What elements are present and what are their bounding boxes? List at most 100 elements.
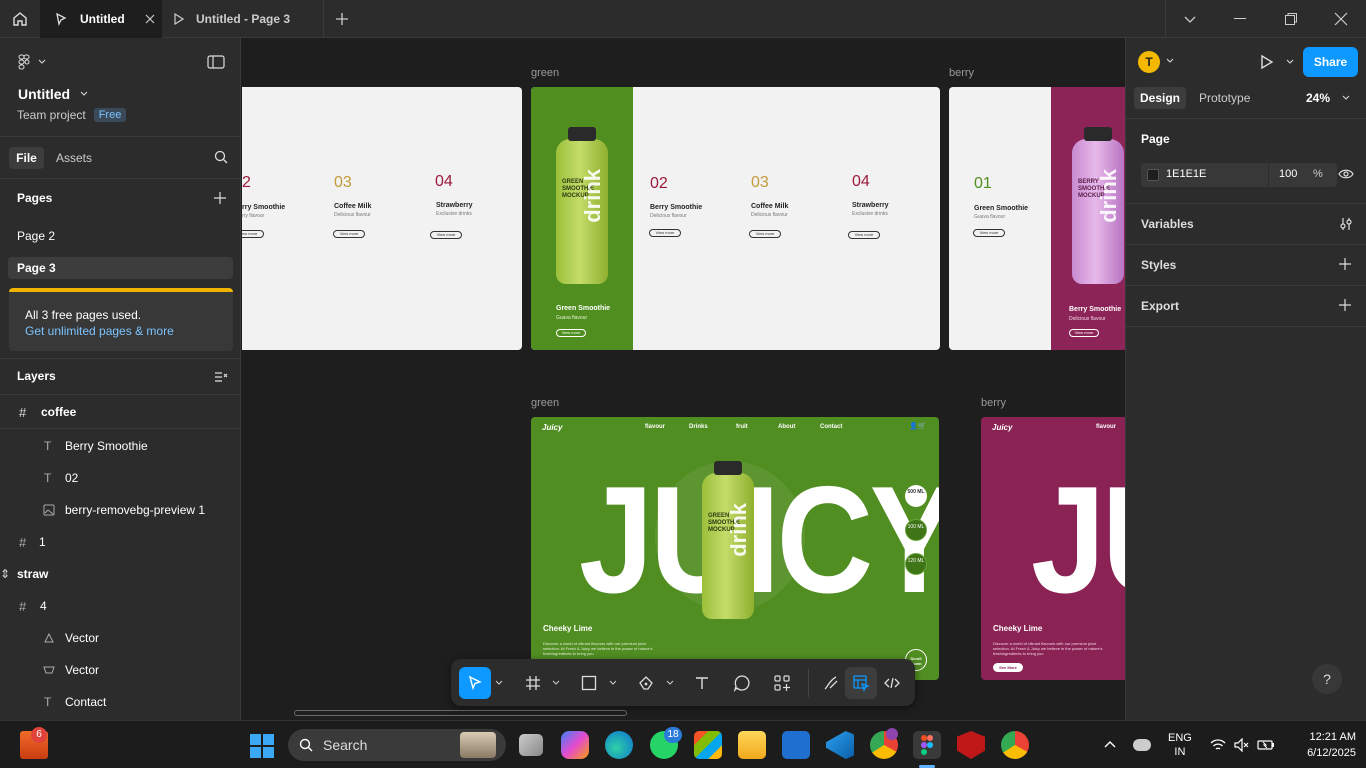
layer-4[interactable]: # 4 xyxy=(0,590,240,622)
microsoft-store-icon[interactable] xyxy=(694,731,722,759)
edge-browser-icon[interactable] xyxy=(605,731,633,759)
frame-tool-button[interactable] xyxy=(517,667,549,699)
design-mode-button[interactable] xyxy=(845,667,877,699)
frame-green[interactable]: GREEN SMOOTHIE MOCKUP drink Green Smooth… xyxy=(531,87,940,350)
search-icon[interactable] xyxy=(214,150,228,169)
chrome-profile-2-icon[interactable] xyxy=(1001,731,1029,759)
clock[interactable]: 12:21 AM 6/12/2025 xyxy=(1284,729,1356,761)
view-more-button[interactable]: View more xyxy=(430,231,462,239)
tab-assets[interactable]: Assets xyxy=(56,151,92,165)
actions-tool-button[interactable] xyxy=(766,667,798,699)
view-more-button[interactable]: View more xyxy=(1069,329,1099,337)
variables-label[interactable]: Variables xyxy=(1141,217,1194,231)
chevron-down-icon[interactable] xyxy=(495,679,503,687)
add-export-plus-icon[interactable] xyxy=(1339,299,1351,311)
file-name[interactable]: Untitled xyxy=(18,86,88,102)
minimize-icon[interactable] xyxy=(1234,18,1246,19)
frame-label-berry[interactable]: berry xyxy=(981,397,1006,409)
new-tab-plus-icon[interactable] xyxy=(334,11,350,27)
avatar[interactable]: T xyxy=(1138,51,1160,73)
chevron-down-icon[interactable] xyxy=(1286,59,1294,65)
view-more-button[interactable]: View more xyxy=(973,229,1005,237)
volume-mute-icon[interactable] xyxy=(1234,738,1250,752)
shape-tool-button[interactable] xyxy=(573,667,605,699)
frame-label-berry[interactable]: berry xyxy=(949,67,974,79)
layer-straw[interactable]: ⇕ straw xyxy=(0,558,240,590)
tab-design[interactable]: Design xyxy=(1134,87,1186,109)
view-more-button[interactable]: View more xyxy=(242,230,264,238)
export-label[interactable]: Export xyxy=(1141,299,1179,313)
view-more-button[interactable]: View more xyxy=(649,229,681,237)
chevron-down-icon[interactable] xyxy=(666,679,674,687)
see-more-button[interactable]: See More xyxy=(993,663,1023,672)
upgrade-link[interactable]: Get unlimited pages & more xyxy=(25,324,174,338)
present-play-icon[interactable] xyxy=(1260,54,1274,70)
pen-tool-button[interactable] xyxy=(630,667,662,699)
zoom-dropdown[interactable]: 24% xyxy=(1306,91,1350,105)
start-button[interactable] xyxy=(250,734,274,758)
comment-tool-button[interactable] xyxy=(726,667,758,699)
language-indicator[interactable]: ENG IN xyxy=(1168,731,1192,759)
home-icon[interactable] xyxy=(0,0,40,38)
draw-mode-button[interactable] xyxy=(815,667,847,699)
layer-vector[interactable]: Vector xyxy=(0,654,240,686)
figma-icon[interactable] xyxy=(913,731,941,759)
tab-untitled-page-3[interactable]: Untitled - Page 3 xyxy=(162,0,324,38)
chevron-down-icon[interactable] xyxy=(552,679,560,687)
view-more-button[interactable]: View more xyxy=(749,230,781,238)
reader-app-icon[interactable] xyxy=(782,731,810,759)
text-tool-button[interactable] xyxy=(686,667,718,699)
view-more-button[interactable]: View more xyxy=(556,329,586,337)
page-item-page-3[interactable]: Page 3 xyxy=(8,257,233,279)
chevron-down-icon[interactable] xyxy=(609,679,617,687)
toggle-sidebar-icon[interactable] xyxy=(207,55,225,74)
battery-icon[interactable] xyxy=(1257,738,1275,752)
close-window-icon[interactable] xyxy=(1334,12,1348,31)
close-icon[interactable] xyxy=(145,14,155,24)
chevron-down-icon[interactable] xyxy=(1182,12,1198,31)
frame-label-green[interactable]: green xyxy=(531,397,559,409)
frame-label-green[interactable]: green xyxy=(531,67,559,79)
move-tool-button[interactable] xyxy=(459,667,491,699)
horizontal-scrollbar[interactable] xyxy=(294,710,627,716)
layer-02[interactable]: T 02 xyxy=(0,462,240,494)
layer-coffee[interactable]: # coffee xyxy=(0,396,240,428)
restore-icon[interactable] xyxy=(1284,12,1298,31)
styles-label[interactable]: Styles xyxy=(1141,258,1176,272)
view-more-button[interactable]: View more xyxy=(848,231,880,239)
file-explorer-icon[interactable] xyxy=(738,731,766,759)
layer-contact[interactable]: T Contact xyxy=(0,686,240,718)
layer-vector[interactable]: Vector xyxy=(0,622,240,654)
wifi-icon[interactable] xyxy=(1210,738,1226,752)
chevron-up-icon[interactable] xyxy=(1103,739,1117,749)
frame-coffee[interactable]: 2 rry Smoothie rry flavour View more 03 … xyxy=(242,87,522,350)
color-swatch[interactable] xyxy=(1147,169,1159,181)
variables-settings-icon[interactable] xyxy=(1339,217,1353,231)
add-page-plus-icon[interactable] xyxy=(214,191,226,209)
frame-green-landing[interactable]: Juicy flavour Drinks fruit About Contact… xyxy=(531,417,939,680)
plan-badge[interactable]: Free xyxy=(93,108,127,122)
task-view-icon[interactable] xyxy=(519,734,543,756)
chevron-down-icon[interactable] xyxy=(1166,58,1174,64)
color-hex[interactable]: 1E1E1E xyxy=(1166,168,1206,180)
layer-berry-smoothie[interactable]: T Berry Smoothie xyxy=(0,430,240,462)
help-button[interactable]: ? xyxy=(1312,664,1342,694)
share-button[interactable]: Share xyxy=(1303,47,1358,77)
tab-untitled[interactable]: Untitled xyxy=(40,0,162,38)
add-style-plus-icon[interactable] xyxy=(1339,258,1351,270)
collapse-layers-icon[interactable] xyxy=(214,370,228,388)
tab-file[interactable]: File xyxy=(9,147,44,169)
size-option-100[interactable]: 100 ML xyxy=(905,519,927,541)
vscode-icon[interactable] xyxy=(826,731,854,759)
taskbar-search[interactable]: Search xyxy=(288,729,506,761)
mcafee-icon[interactable] xyxy=(957,731,985,759)
eye-icon[interactable] xyxy=(1338,168,1354,180)
design-canvas[interactable]: green berry green berry 2 rry Smoothie r… xyxy=(242,38,1125,720)
frame-berry-landing[interactable]: Juicy flavour JU Cheeky Lime Discover a … xyxy=(981,417,1125,680)
background-color-field[interactable]: 1E1E1E 100 % xyxy=(1141,163,1337,187)
dev-mode-button[interactable] xyxy=(876,667,908,699)
layer-berry-image[interactable]: berry-removebg-preview 1 xyxy=(0,494,240,526)
main-menu-icon[interactable] xyxy=(18,54,46,70)
frame-berry[interactable]: 01 Green Smoothie Guava flavour View mor… xyxy=(949,87,1125,350)
layer-1[interactable]: # 1 xyxy=(0,526,240,558)
